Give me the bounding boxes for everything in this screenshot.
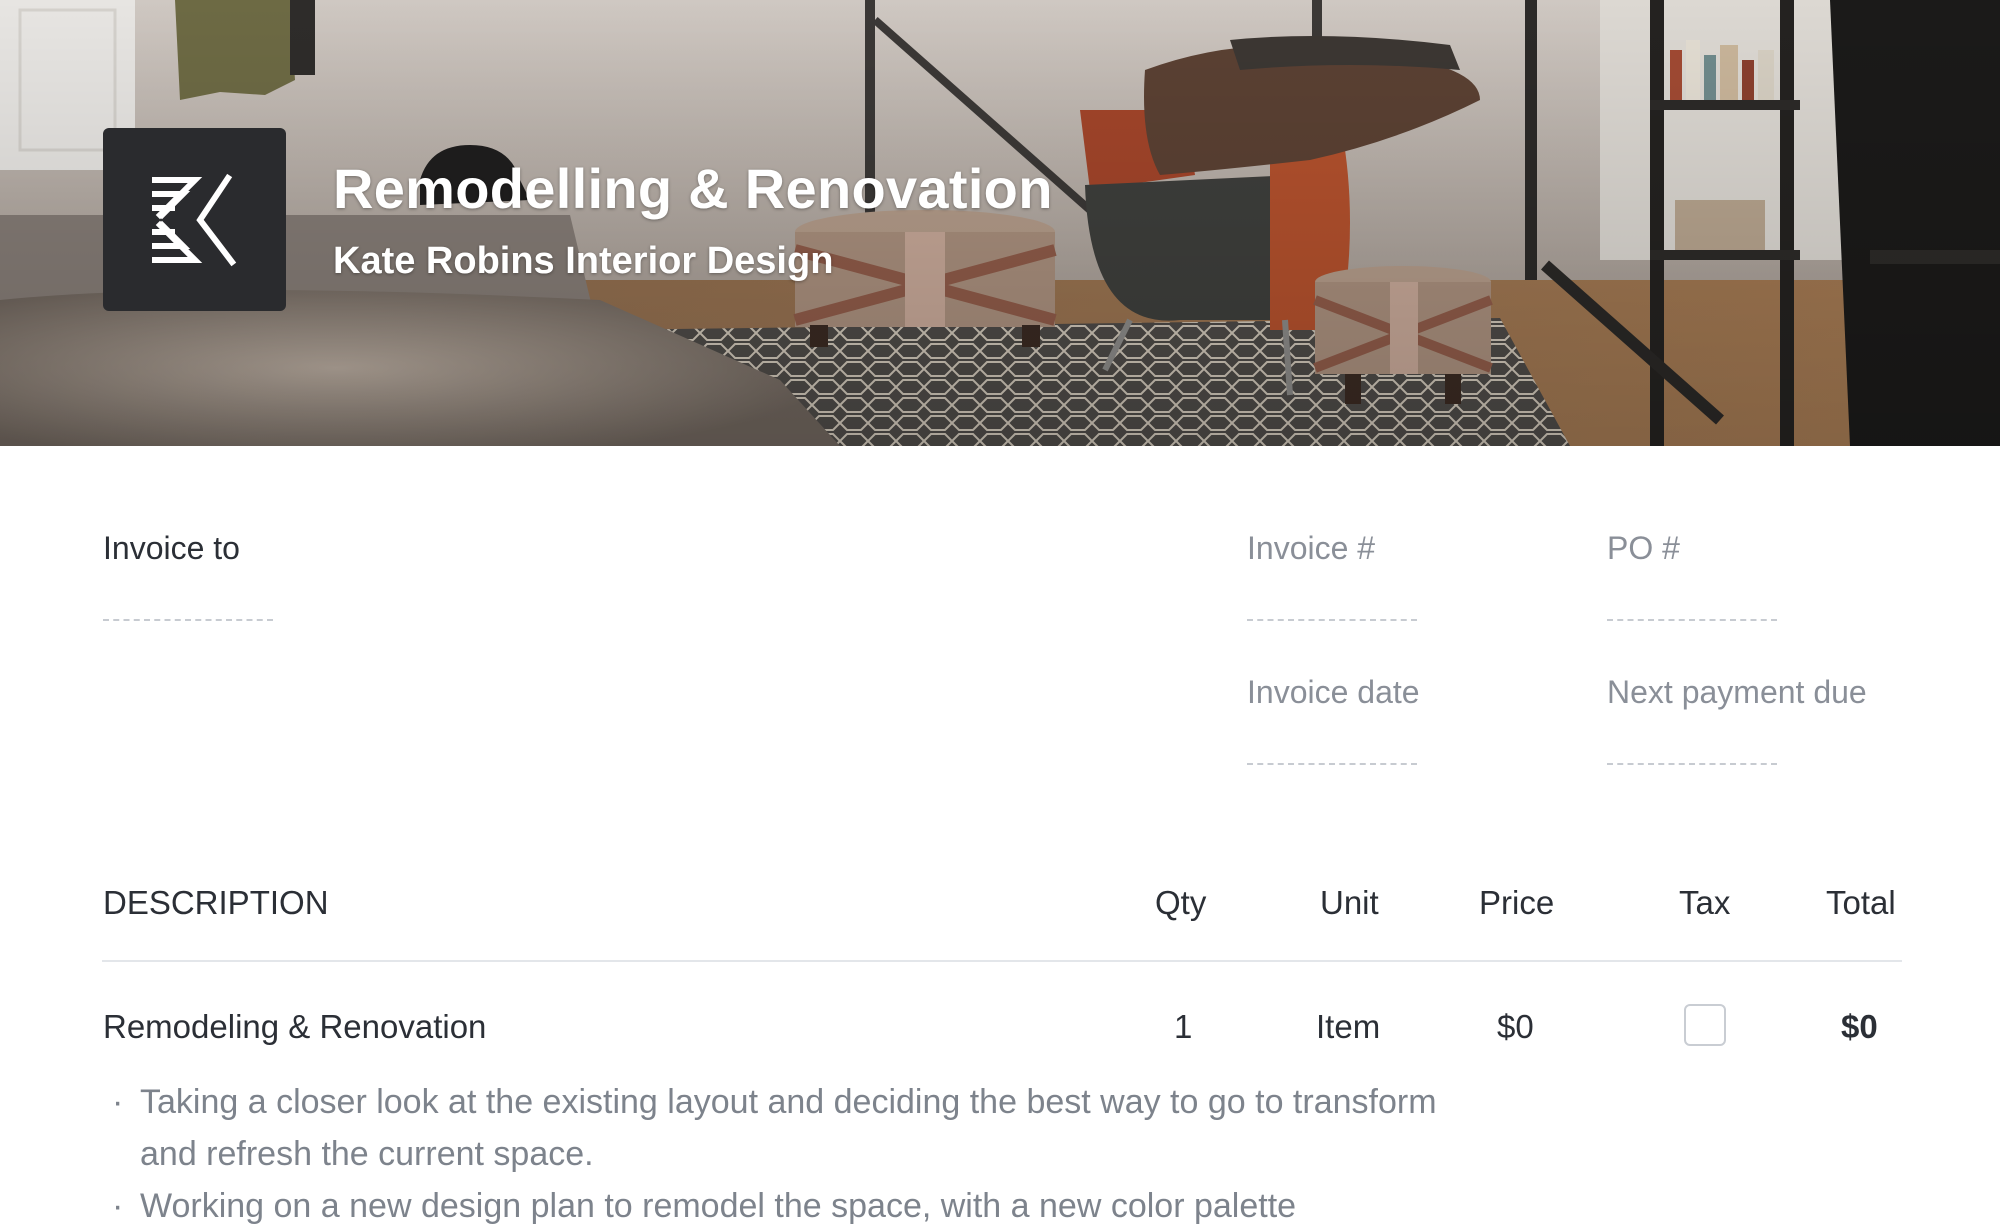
column-header-qty: Qty <box>1155 884 1207 921</box>
po-number-label: PO # <box>1607 530 1680 566</box>
hero-background-image <box>0 0 2000 446</box>
bullet-icon: · <box>112 1187 124 1225</box>
bullet-icon: · <box>112 1083 124 1121</box>
invoice-number-label: Invoice # <box>1247 530 1376 566</box>
note-text: Working on a new design plan to remodel … <box>140 1187 1297 1225</box>
item-qty[interactable]: 1 <box>1174 1008 1192 1046</box>
item-total: $0 <box>1841 1008 1878 1045</box>
invoice-date-field[interactable] <box>1247 763 1417 765</box>
item-unit[interactable]: Item <box>1316 1008 1380 1046</box>
column-header-description: DESCRIPTION <box>103 884 329 921</box>
note-text: Taking a closer look at the existing lay… <box>140 1083 1437 1173</box>
item-notes: · Taking a closer look at the existing l… <box>112 1076 1462 1232</box>
list-item: · Taking a closer look at the existing l… <box>112 1076 1462 1180</box>
table-header-divider <box>102 960 1902 962</box>
tax-checkbox[interactable] <box>1684 1004 1726 1046</box>
invoice-date-label: Invoice date <box>1247 674 1420 710</box>
next-payment-due-label: Next payment due <box>1607 674 1867 710</box>
invoice-to-field[interactable] <box>103 619 273 621</box>
column-header-tax: Tax <box>1679 884 1731 921</box>
item-description[interactable]: Remodeling & Renovation <box>103 1008 486 1046</box>
hero-banner: Remodelling & Renovation Kate Robins Int… <box>0 0 2000 446</box>
page-title: Remodelling & Renovation <box>333 157 1053 220</box>
list-item: · Working on a new design plan to remode… <box>112 1180 1462 1232</box>
next-payment-due-field[interactable] <box>1607 763 1777 765</box>
invoice-to-label: Invoice to <box>103 530 240 566</box>
item-price[interactable]: $0 <box>1497 1008 1534 1046</box>
column-header-unit: Unit <box>1320 884 1379 921</box>
company-logo <box>103 128 286 311</box>
po-number-field[interactable] <box>1607 619 1777 621</box>
invoice-number-field[interactable] <box>1247 619 1417 621</box>
k-monogram-logo-icon <box>151 173 236 266</box>
column-header-total: Total <box>1826 884 1896 921</box>
column-header-price: Price <box>1479 884 1555 921</box>
company-name: Kate Robins Interior Design <box>333 240 834 282</box>
